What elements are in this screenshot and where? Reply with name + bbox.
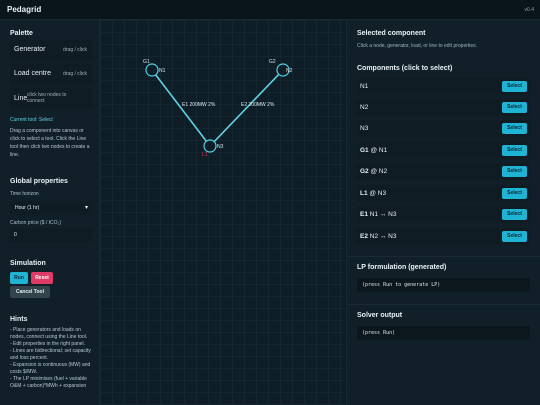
reset-button[interactable]: Reset	[31, 272, 53, 284]
solver-heading: Solver output	[357, 312, 403, 319]
palette-item-name: Line	[14, 95, 28, 102]
palette-item-hint: drag / click	[63, 71, 87, 77]
current-tool: Current tool: Select	[10, 117, 53, 123]
line-e1-label: E1 200MW 2%	[182, 102, 216, 108]
generator-badge: G2	[269, 59, 276, 65]
global-heading: Global properties	[10, 178, 68, 185]
top-bar: Pedagrid v0.4	[0, 0, 540, 20]
component-label: N1	[360, 83, 369, 90]
lp-heading: LP formulation (generated)	[357, 264, 447, 271]
component-label: N3	[360, 125, 369, 132]
hint-line: - Lines are bidirectional; set capacity …	[10, 348, 91, 361]
palette-line[interactable]: Line click two nodes to connect	[10, 88, 92, 109]
component-label: G1 @ N1	[360, 147, 388, 154]
carbon-price-input[interactable]: 0	[10, 228, 92, 242]
divider	[346, 256, 540, 257]
component-row[interactable]: N3 Select	[357, 120, 530, 137]
component-label: L1 @ N3	[360, 190, 387, 197]
hints-heading: Hints	[10, 316, 28, 323]
line-e2-label: E2 200MW 2%	[241, 102, 275, 108]
component-label: E1 N1 ↔ N3	[360, 211, 397, 218]
palette-generator[interactable]: Generator drag / click	[10, 40, 92, 61]
cancel-tool-button[interactable]: Cancel Tool	[10, 286, 50, 298]
component-row[interactable]: L1 @ N3 Select	[357, 185, 530, 202]
palette-item-hint: click two nodes to connect	[27, 92, 67, 104]
node-label: N1	[159, 68, 166, 74]
hint-line: - The LP minimises (fuel + variable O&M …	[10, 376, 87, 389]
grid-canvas[interactable]: E1 200MW 2% E2 200MW 2% G1 N1 G2 N2 N3 L…	[100, 20, 345, 405]
load-badge: L1	[202, 152, 208, 158]
component-row[interactable]: E2 N2 ↔ N3 Select	[357, 228, 530, 245]
time-horizon-value: Hour (1 hr)	[15, 205, 40, 211]
node-n2[interactable]: G2 N2	[269, 59, 293, 77]
node-n1[interactable]: G1 N1	[143, 59, 166, 77]
component-row[interactable]: N1 Select	[357, 78, 530, 95]
component-row[interactable]: G1 @ N1 Select	[357, 142, 530, 159]
app-version: v0.4	[524, 7, 534, 13]
generator-badge: G1	[143, 59, 150, 65]
selected-heading: Selected component	[357, 30, 426, 37]
network-diagram[interactable]: E1 200MW 2% E2 200MW 2% G1 N1 G2 N2 N3 L…	[100, 20, 345, 405]
component-row[interactable]: E1 N1 ↔ N3 Select	[357, 206, 530, 223]
carbon-price-value: 0	[14, 232, 17, 238]
lp-output: (press Run to generate LP)	[357, 278, 530, 292]
select-button[interactable]: Select	[502, 145, 527, 156]
hint-line: - Place generators and loads on nodes, c…	[10, 327, 88, 340]
selected-hint: Click a node, generator, load, or line t…	[357, 43, 478, 49]
left-panel: Palette Generator drag / click Load cent…	[0, 20, 100, 405]
hint-line: - Expansion is continuous (MW) and costs…	[10, 362, 91, 375]
select-button[interactable]: Select	[502, 166, 527, 177]
node-label: N2	[286, 68, 293, 74]
select-button[interactable]: Select	[502, 188, 527, 199]
component-row[interactable]: N2 Select	[357, 99, 530, 116]
line-e1[interactable]	[151, 69, 211, 147]
component-label: E2 N2 ↔ N3	[360, 233, 397, 240]
hints-list: - Place generators and loads on nodes, c…	[10, 327, 94, 390]
component-row[interactable]: G2 @ N2 Select	[357, 163, 530, 180]
solver-output: (press Run)	[357, 326, 530, 340]
right-panel: Selected component Click a node, generat…	[346, 20, 540, 405]
time-horizon-select[interactable]: Hour (1 hr) ▾	[10, 201, 92, 215]
simulation-heading: Simulation	[10, 260, 46, 267]
select-button[interactable]: Select	[502, 231, 527, 242]
app-title: Pedagrid	[7, 5, 42, 14]
select-button[interactable]: Select	[502, 209, 527, 220]
palette-item-hint: drag / click	[63, 47, 87, 53]
chevron-down-icon: ▾	[84, 205, 88, 211]
component-label: G2 @ N2	[360, 168, 388, 175]
run-button[interactable]: Run	[10, 272, 28, 284]
node-label: N3	[217, 144, 224, 150]
select-button[interactable]: Select	[502, 81, 527, 92]
select-button[interactable]: Select	[502, 102, 527, 113]
palette-heading: Palette	[10, 30, 33, 37]
divider	[346, 304, 540, 305]
components-heading: Components (click to select)	[357, 65, 453, 72]
carbon-label: Carbon price ($ / tCO₂)	[10, 220, 62, 226]
node-n3[interactable]: N3 L1	[202, 139, 224, 158]
time-horizon-label: Time horizon	[10, 191, 39, 197]
palette-load-centre[interactable]: Load centre drag / click	[10, 64, 92, 85]
palette-item-name: Generator	[14, 46, 46, 53]
select-button[interactable]: Select	[502, 123, 527, 134]
hint-line: - Edit properties in the right panel.	[10, 341, 86, 347]
palette-help: Drag a component into canvas or click to…	[10, 128, 90, 158]
component-label: N2	[360, 104, 369, 111]
palette-item-name: Load centre	[14, 70, 51, 77]
line-e2[interactable]	[209, 69, 284, 147]
